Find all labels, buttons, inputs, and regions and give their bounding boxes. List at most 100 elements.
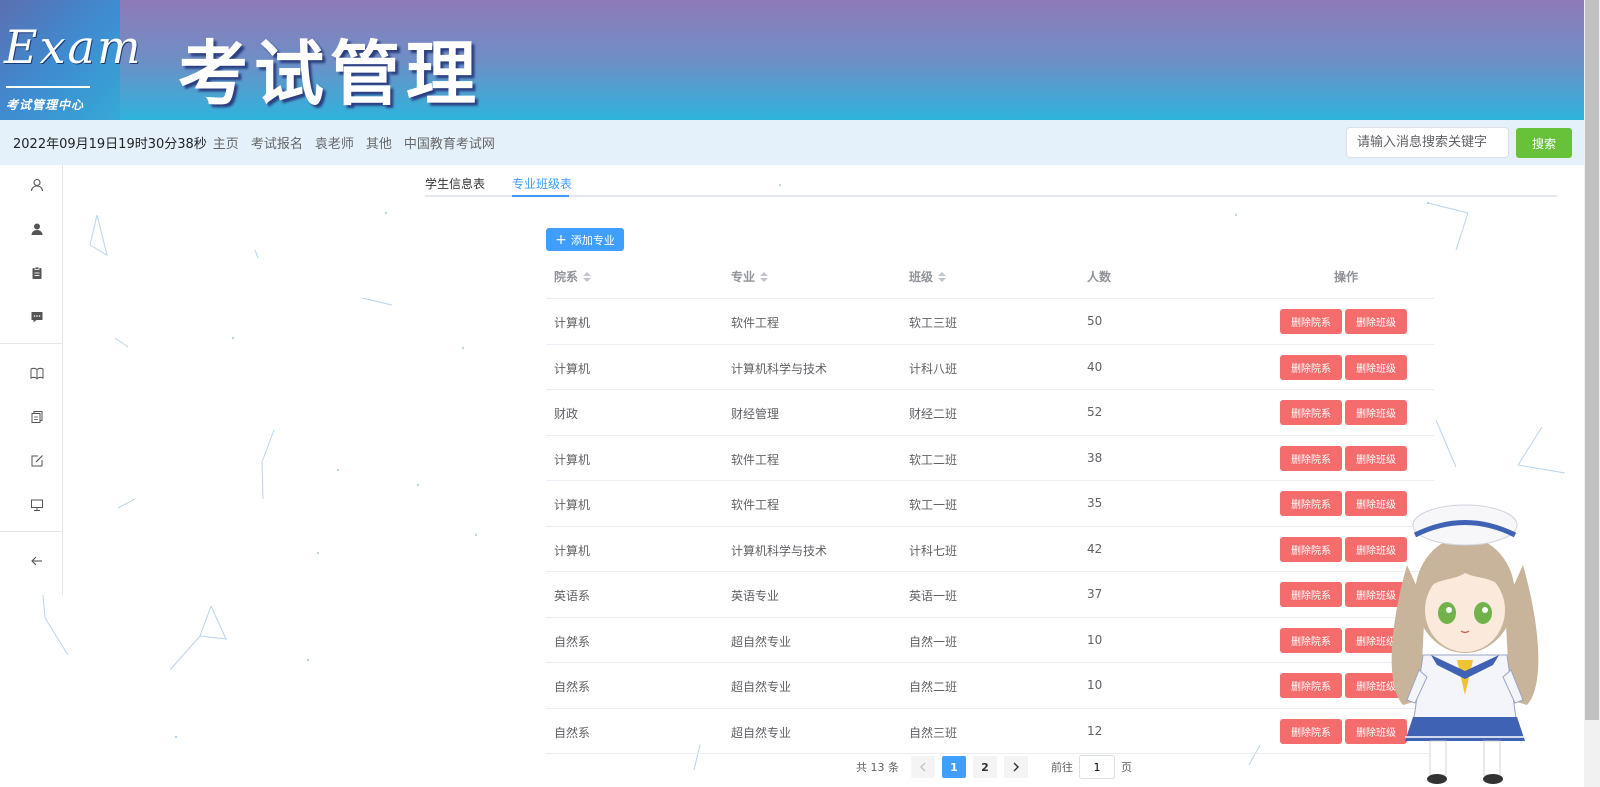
major-class-table: 院系 专业 班级 人数 操作 计算机 软件工程 软工三班 50 删除院系 删除班级 计算机计… (546, 254, 1434, 754)
cell-dept: 计算机 (554, 498, 591, 512)
page-button-1[interactable]: 1 (942, 756, 966, 778)
row-actions: 删除院系 删除班级 (1280, 354, 1410, 380)
sidebar (0, 165, 63, 595)
back-arrow-icon[interactable] (26, 550, 48, 572)
tab-bar: 学生信息表 专业班级表 (425, 165, 1557, 197)
column-header-major[interactable]: 专业 (731, 268, 769, 285)
delete-class-button[interactable]: 删除班级 (1345, 400, 1407, 425)
row-actions: 删除院系 删除班级 (1280, 309, 1410, 334)
sidebar-divider (0, 531, 62, 532)
monitor-icon[interactable] (26, 494, 48, 516)
tab-major-class[interactable]: 专业班级表 (512, 175, 572, 192)
table-row: 自然系 超自然专业 自然一班 10 删除院系 删除班级 (546, 618, 1434, 663)
top-navbar: 2022年09月19日19时30分38秒 主页 考试报名 袁老师 其他 中国教育… (0, 120, 1584, 165)
edit-icon[interactable] (26, 450, 48, 472)
cell-major: 计算机科学与技术 (731, 543, 828, 558)
cell-cls: 软工二班 (909, 452, 958, 467)
sort-caret-icon[interactable] (760, 271, 769, 282)
cell-dept: 财政 (554, 407, 579, 421)
search-button[interactable]: 搜索 (1516, 128, 1572, 158)
delete-dept-button[interactable]: 删除院系 (1280, 400, 1342, 425)
cell-cls: 软工三班 (909, 316, 958, 330)
header-banner: Exam 考试管理中心 考试管理 (0, 0, 1584, 120)
nav-link-teacher[interactable]: 袁老师 (315, 133, 354, 152)
delete-dept-button[interactable]: 删除院系 (1280, 309, 1342, 334)
cell-major: 超自然专业 (731, 634, 792, 649)
clipboard-icon[interactable] (26, 262, 48, 284)
delete-dept-button[interactable]: 删除院系 (1280, 718, 1342, 744)
cell-cls: 自然一班 (909, 634, 958, 649)
cell-cls: 计科八班 (909, 361, 958, 376)
cell-count: 40 (1087, 359, 1103, 374)
nav-link-home[interactable]: 主页 (213, 133, 239, 152)
cell-major: 超自然专业 (731, 725, 792, 740)
user-solid-icon[interactable] (26, 218, 48, 240)
row-actions: 删除院系 删除班级 (1280, 400, 1410, 425)
cell-cls: 财经二班 (909, 407, 958, 421)
cell-count: 50 (1087, 314, 1103, 328)
tab-active-indicator (512, 195, 569, 197)
logo-subtitle: 考试管理中心 (6, 98, 85, 112)
cell-dept: 计算机 (554, 452, 591, 467)
cell-dept: 计算机 (554, 361, 591, 376)
next-page-button[interactable] (1004, 756, 1028, 778)
column-header-class[interactable]: 班级 (909, 268, 947, 285)
prev-page-button[interactable] (911, 756, 935, 778)
cell-count: 35 (1087, 496, 1103, 510)
column-header-label: 班级 (909, 270, 934, 284)
delete-dept-button[interactable]: 删除院系 (1280, 673, 1342, 698)
page-scrollbar[interactable] (1584, 0, 1600, 787)
delete-dept-button[interactable]: 删除院系 (1280, 582, 1342, 607)
delete-class-button[interactable]: 删除班级 (1345, 445, 1407, 471)
cell-major: 英语专业 (731, 589, 780, 603)
nav-link-neea[interactable]: 中国教育考试网 (404, 133, 495, 152)
column-header-actions: 操作 (1334, 268, 1358, 285)
add-major-button[interactable]: + 添加专业 (546, 228, 624, 251)
sort-caret-icon[interactable] (938, 271, 947, 282)
table-row: 计算机 软件工程 软工三班 50 删除院系 删除班级 (546, 299, 1434, 345)
cell-major: 超自然专业 (731, 680, 792, 694)
logo-text: Exam (4, 20, 143, 74)
sort-caret-icon[interactable] (583, 271, 592, 282)
scrollbar-thumb[interactable] (1585, 0, 1599, 720)
cell-dept: 自然系 (554, 680, 591, 694)
copy-icon[interactable] (26, 406, 48, 428)
delete-class-button[interactable]: 删除班级 (1345, 309, 1407, 334)
table-body: 计算机 软件工程 软工三班 50 删除院系 删除班级 计算机 计算机科学与技术 计科八班 40 删除… (546, 299, 1434, 754)
page-button-2[interactable]: 2 (973, 756, 997, 778)
delete-dept-button[interactable]: 删除院系 (1280, 491, 1342, 516)
column-header-label: 操作 (1334, 270, 1359, 284)
tab-student-info[interactable]: 学生信息表 (425, 175, 485, 192)
cell-dept: 自然系 (554, 725, 591, 740)
cell-count: 12 (1087, 723, 1103, 738)
table-row: 自然系 超自然专业 自然三班 12 删除院系 删除班级 (546, 709, 1434, 754)
delete-dept-button[interactable]: 删除院系 (1280, 627, 1342, 653)
plus-icon: + (555, 231, 567, 248)
chevron-right-icon (1013, 762, 1019, 772)
cell-major: 财经管理 (731, 407, 780, 421)
nav-link-exam-signup[interactable]: 考试报名 (251, 133, 303, 152)
table-row: 计算机 计算机科学与技术 计科七班 42 删除院系 删除班级 (546, 527, 1434, 572)
goto-prefix: 前往 (1051, 761, 1073, 774)
cell-count: 10 (1087, 632, 1103, 647)
cell-major: 计算机科学与技术 (731, 361, 828, 376)
search-input[interactable] (1346, 127, 1509, 158)
table-row: 计算机 软件工程 软工二班 38 删除院系 删除班级 (546, 436, 1434, 481)
cell-dept: 英语系 (554, 589, 591, 603)
delete-dept-button[interactable]: 删除院系 (1280, 354, 1342, 380)
column-header-count: 人数 (1087, 268, 1111, 285)
search-bar: 搜索 (1346, 127, 1572, 158)
delete-dept-button[interactable]: 删除院系 (1280, 536, 1342, 562)
user-outline-icon[interactable] (26, 174, 48, 196)
goto-page-input[interactable] (1079, 755, 1115, 779)
cell-count: 37 (1087, 587, 1103, 601)
book-icon[interactable] (26, 362, 48, 384)
delete-dept-button[interactable]: 删除院系 (1280, 445, 1342, 471)
chat-icon[interactable] (26, 306, 48, 328)
delete-class-button[interactable]: 删除班级 (1345, 354, 1407, 380)
column-header-dept[interactable]: 院系 (554, 268, 592, 285)
cell-major: 软件工程 (731, 452, 780, 467)
current-time: 2022年09月19日19时30分38秒 (13, 137, 207, 152)
cell-dept: 自然系 (554, 634, 591, 649)
nav-link-other[interactable]: 其他 (366, 133, 392, 152)
